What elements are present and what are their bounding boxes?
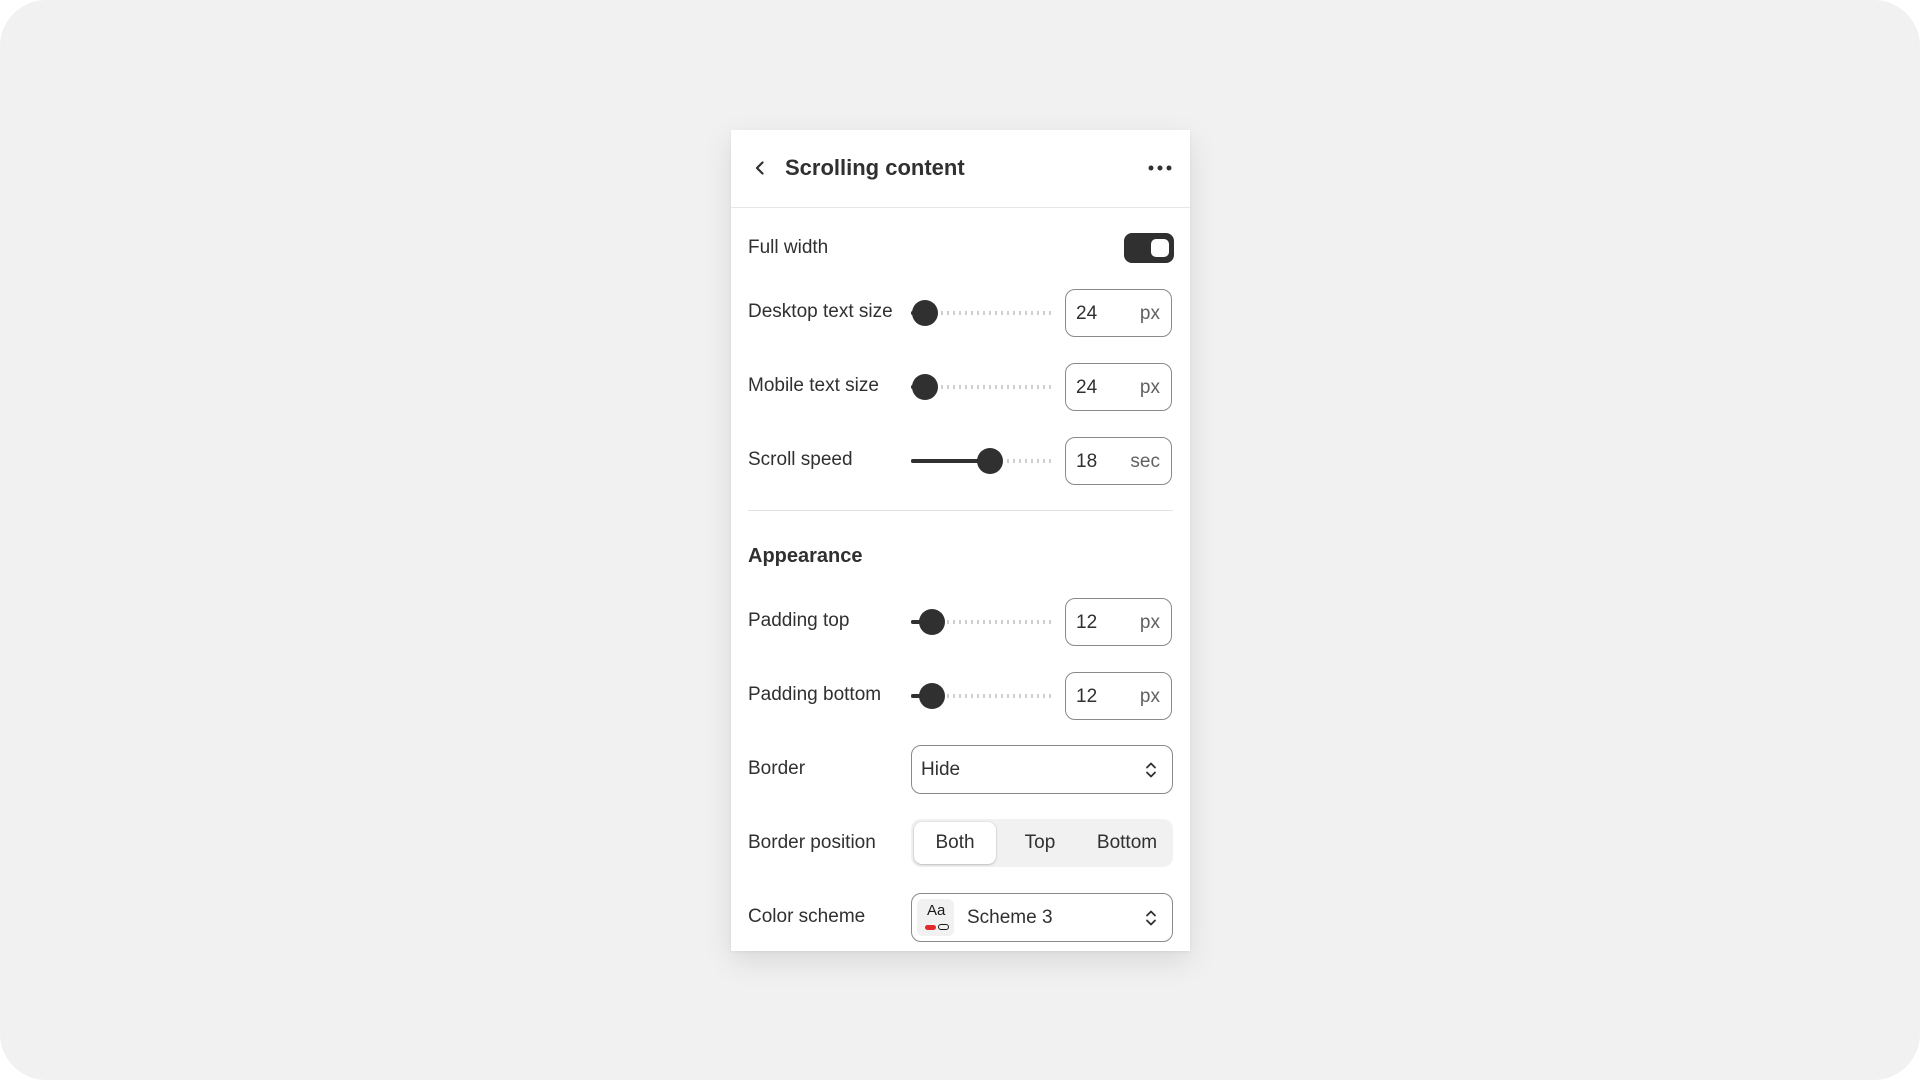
desktop-text-size-label: Desktop text size <box>748 301 893 322</box>
mobile-text-size-slider[interactable] <box>911 372 1054 402</box>
swatch-accent-bar <box>925 925 936 930</box>
desktop-text-size-input[interactable]: 24 px <box>1065 289 1172 337</box>
padding-top-slider[interactable] <box>911 607 1054 637</box>
padding-top-value: 12 <box>1076 612 1098 633</box>
scroll-speed-label: Scroll speed <box>748 449 853 470</box>
color-scheme-label: Color scheme <box>748 906 866 927</box>
mobile-text-size-label: Mobile text size <box>748 375 879 396</box>
desktop-text-size-value: 24 <box>1076 303 1098 324</box>
slider-thumb[interactable] <box>912 374 938 400</box>
desktop-text-size-unit: px <box>1139 303 1160 324</box>
full-width-toggle[interactable] <box>1124 233 1174 263</box>
slider-thumb[interactable] <box>919 683 945 709</box>
border-position-segmented: Both Top Bottom <box>911 819 1173 867</box>
border-select-value: Hide <box>921 759 961 780</box>
padding-top-unit: px <box>1139 612 1160 633</box>
slider-thumb[interactable] <box>912 300 938 326</box>
panel-title: Scrolling content <box>785 155 965 180</box>
padding-bottom-slider[interactable] <box>911 681 1054 711</box>
slider-thumb[interactable] <box>919 609 945 635</box>
border-position-bottom[interactable]: Bottom <box>1084 822 1170 864</box>
full-width-label: Full width <box>748 237 829 258</box>
color-scheme-value: Scheme 3 <box>967 907 1053 928</box>
padding-bottom-unit: px <box>1139 686 1160 707</box>
mobile-text-size-value: 24 <box>1076 377 1098 398</box>
padding-bottom-input[interactable]: 12 px <box>1065 672 1172 720</box>
toggle-knob <box>1151 239 1169 257</box>
appearance-heading: Appearance <box>748 545 863 567</box>
scroll-speed-unit: sec <box>1130 451 1160 472</box>
swatch-outline-bar <box>938 924 949 930</box>
back-button[interactable] <box>744 152 776 184</box>
chevron-left-icon <box>755 161 764 175</box>
padding-bottom-value: 12 <box>1076 686 1098 707</box>
section-divider <box>748 510 1173 511</box>
page-background: Scrolling content Full width Desktop tex… <box>0 0 1920 1080</box>
scroll-speed-value: 18 <box>1076 451 1098 472</box>
padding-bottom-label: Padding bottom <box>748 684 882 705</box>
desktop-text-size-slider[interactable] <box>911 298 1054 328</box>
padding-top-input[interactable]: 12 px <box>1065 598 1172 646</box>
border-select[interactable]: Hide <box>911 745 1173 794</box>
swatch-text: Aa <box>927 902 946 919</box>
chevron-up-down-icon <box>1146 910 1156 926</box>
scroll-speed-input[interactable]: 18 sec <box>1065 437 1172 485</box>
more-actions-button[interactable] <box>1144 152 1176 184</box>
color-scheme-swatch: Aa <box>917 899 954 936</box>
border-position-label: Border position <box>748 832 876 853</box>
more-horizontal-icon <box>1148 165 1172 171</box>
border-position-top[interactable]: Top <box>999 822 1081 864</box>
color-scheme-select[interactable]: Aa Scheme 3 <box>911 893 1173 942</box>
border-label: Border <box>748 758 806 779</box>
padding-top-label: Padding top <box>748 610 850 631</box>
chevron-up-down-icon <box>1146 762 1156 778</box>
mobile-text-size-unit: px <box>1139 377 1160 398</box>
border-position-both[interactable]: Both <box>914 822 996 864</box>
mobile-text-size-input[interactable]: 24 px <box>1065 363 1172 411</box>
slider-thumb[interactable] <box>977 448 1003 474</box>
settings-panel: Scrolling content Full width Desktop tex… <box>731 130 1190 951</box>
scroll-speed-slider[interactable] <box>911 446 1054 476</box>
panel-header: Scrolling content <box>731 130 1190 208</box>
